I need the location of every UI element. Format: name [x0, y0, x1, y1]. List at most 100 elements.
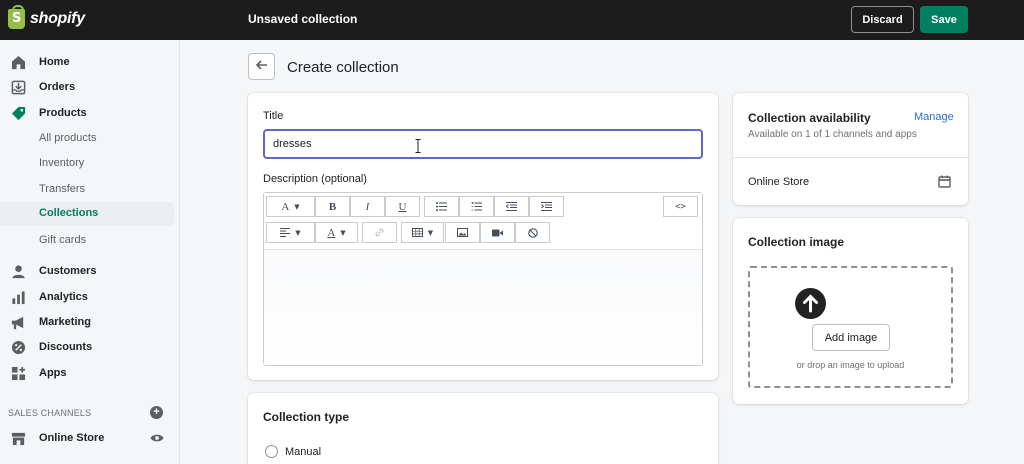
underline-glyph: U: [398, 200, 407, 213]
collection-details-card: Title Description (optional) A▼ B I U <>: [248, 93, 718, 380]
insert-image-button[interactable]: [445, 222, 480, 243]
calendar-icon[interactable]: [938, 175, 951, 188]
sidebar: Home Orders Products All products Invent…: [0, 40, 180, 464]
sidebar-item-label: All products: [39, 132, 97, 144]
manage-link[interactable]: Manage: [914, 111, 954, 123]
tag-icon: [11, 106, 26, 121]
shopify-logo[interactable]: shopify: [8, 5, 85, 29]
font-style-dropdown[interactable]: A ▼: [266, 196, 315, 217]
sidebar-item-label: Analytics: [39, 291, 88, 303]
bold-button[interactable]: B: [315, 196, 350, 217]
discard-button[interactable]: Discard: [851, 6, 914, 33]
rich-text-editor: A ▼ B I U <> ▼ A ▼ ▼: [263, 192, 703, 366]
sidebar-item-label: Gift cards: [39, 234, 87, 246]
discount-icon: [11, 340, 26, 355]
sidebar-item-collections[interactable]: Collections: [0, 202, 174, 226]
outdent-button[interactable]: [494, 196, 529, 217]
sidebar-item-home[interactable]: Home: [0, 51, 174, 73]
sidebar-item-label: Marketing: [39, 316, 91, 328]
sidebar-item-transfers[interactable]: Transfers: [0, 178, 174, 200]
brand-name: shopify: [30, 10, 85, 27]
insert-video-button[interactable]: [480, 222, 515, 243]
eye-icon[interactable]: [150, 433, 164, 443]
sidebar-item-gift-cards[interactable]: Gift cards: [0, 229, 174, 251]
sidebar-item-label: Discounts: [39, 341, 93, 353]
arrow-left-icon: [255, 60, 267, 70]
font-style-glyph: A: [281, 200, 290, 213]
unsaved-status: Unsaved collection: [248, 12, 358, 26]
back-button[interactable]: [248, 53, 275, 80]
save-button[interactable]: Save: [920, 6, 968, 33]
sidebar-item-customers[interactable]: Customers: [0, 260, 174, 282]
italic-button[interactable]: I: [350, 196, 385, 217]
collection-image-title: Collection image: [748, 235, 845, 249]
video-icon: [492, 229, 503, 236]
numbered-list-button[interactable]: [459, 196, 494, 217]
clear-format-icon: [527, 227, 538, 238]
indent-icon: [541, 202, 552, 211]
code-icon: <>: [675, 201, 686, 212]
text-color-icon: A: [327, 226, 336, 239]
manual-radio-label[interactable]: Manual: [285, 446, 321, 458]
top-bar: shopify Unsaved collection Discard Save: [0, 0, 1024, 40]
drop-hint: or drop an image to upload: [796, 360, 905, 370]
description-editor-area[interactable]: [264, 249, 702, 365]
bold-glyph: B: [328, 200, 337, 213]
bulleted-list-icon: [436, 202, 447, 211]
home-icon: [11, 55, 26, 70]
sidebar-item-label: Online Store: [39, 432, 105, 444]
add-channel-plus-icon[interactable]: +: [150, 406, 163, 419]
upload-arrow-icon: [795, 288, 826, 319]
sidebar-item-label: Inventory: [39, 157, 85, 169]
insert-link-button[interactable]: [362, 222, 397, 243]
image-icon: [457, 228, 468, 237]
table-icon: [411, 228, 423, 237]
sidebar-item-label: Orders: [39, 81, 76, 93]
sidebar-item-label: Products: [39, 107, 87, 119]
sidebar-item-label: Customers: [39, 265, 97, 277]
collection-availability-card: Collection availability Manage Available…: [733, 93, 968, 205]
person-icon: [12, 265, 25, 279]
sidebar-item-online-store[interactable]: Online Store: [0, 427, 174, 449]
bar-chart-icon: [12, 291, 25, 305]
sidebar-item-marketing[interactable]: Marketing: [0, 311, 174, 333]
html-code-button[interactable]: <>: [663, 196, 698, 217]
alignment-dropdown[interactable]: ▼: [266, 222, 315, 243]
image-dropzone[interactable]: Add image or drop an image to upload: [748, 266, 953, 388]
clear-format-button[interactable]: [515, 222, 550, 243]
indent-button[interactable]: [529, 196, 564, 217]
bulleted-list-button[interactable]: [424, 196, 459, 217]
apps-icon: [11, 366, 26, 381]
sidebar-item-apps[interactable]: Apps: [0, 362, 174, 384]
store-icon: [11, 432, 26, 446]
title-label: Title: [263, 110, 284, 122]
orders-icon: [11, 80, 26, 95]
availability-title: Collection availability: [748, 111, 871, 125]
editor-toolbar: A ▼ B I U <> ▼ A ▼ ▼: [264, 193, 702, 249]
outdent-icon: [506, 202, 517, 211]
sidebar-item-orders[interactable]: Orders: [0, 76, 174, 98]
sidebar-item-inventory[interactable]: Inventory: [0, 152, 174, 174]
link-icon: [375, 228, 384, 237]
sidebar-item-analytics[interactable]: Analytics: [0, 286, 174, 308]
sidebar-item-label: Collections: [39, 207, 99, 219]
channel-online-store: Online Store: [748, 176, 810, 188]
add-image-button[interactable]: Add image: [812, 324, 890, 351]
arrow-up-icon: [803, 294, 818, 313]
sidebar-item-discounts[interactable]: Discounts: [0, 336, 174, 358]
sidebar-item-label: Transfers: [39, 183, 86, 195]
collection-image-card: Collection image Add image or drop an im…: [733, 218, 968, 404]
manual-radio[interactable]: [265, 445, 278, 458]
shopify-bag-icon: [8, 5, 25, 29]
sidebar-item-label: Apps: [39, 367, 67, 379]
sidebar-item-label: Home: [39, 56, 70, 68]
title-input[interactable]: [263, 129, 703, 159]
text-color-dropdown[interactable]: A ▼: [315, 222, 358, 243]
underline-button[interactable]: U: [385, 196, 420, 217]
availability-subtitle: Available on 1 of 1 channels and apps: [748, 129, 917, 140]
description-label: Description (optional): [263, 173, 367, 185]
insert-table-dropdown[interactable]: ▼: [401, 222, 444, 243]
sidebar-item-products[interactable]: Products: [0, 102, 174, 124]
sidebar-item-all-products[interactable]: All products: [0, 127, 174, 149]
italic-glyph: I: [365, 200, 370, 213]
